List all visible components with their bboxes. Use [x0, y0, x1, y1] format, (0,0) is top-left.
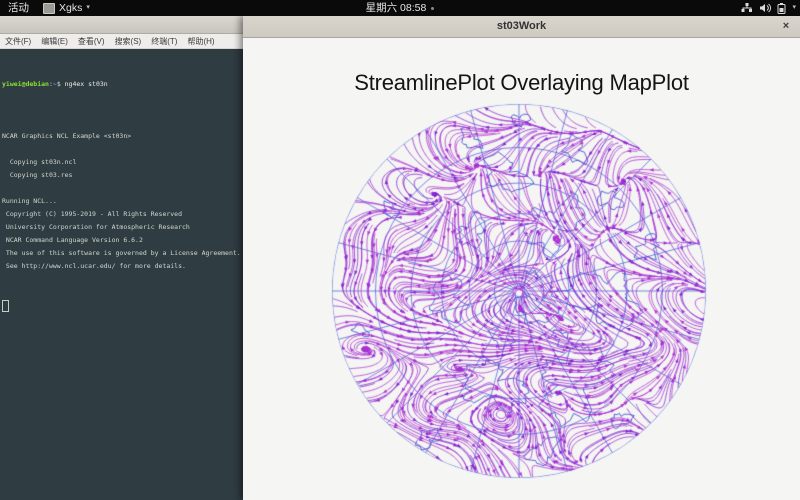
clock-button[interactable]: 星期六 08:58	[0, 0, 800, 16]
terminal-output-line: NCAR Graphics NCL Example <st03n>	[2, 132, 132, 140]
terminal-output-line: University Corporation for Atmospheric R…	[2, 223, 190, 231]
prompt-user: yiwei@debian	[2, 80, 49, 88]
window-title: st03Work	[496, 20, 547, 32]
terminal-output-line: Copyright (C) 1995-2019 - All Rights Res…	[2, 210, 183, 218]
menu-file[interactable]: 文件(F)	[0, 36, 36, 47]
terminal-window: 文件(F) 编辑(E) 查看(V) 搜索(S) 终端(T) 帮助(H) yiwe…	[0, 16, 244, 500]
plot-content: StreamlinePlot Overlaying MapPlot	[243, 38, 800, 500]
prompt-command: ng4ex st03n	[64, 80, 108, 88]
notification-dot	[431, 6, 435, 10]
menu-edit[interactable]: 编辑(E)	[36, 36, 73, 47]
menu-terminal[interactable]: 终端(T)	[146, 36, 182, 47]
map-canvas	[243, 38, 800, 500]
terminal-output-line: See http://www.ncl.ucar.edu/ for more de…	[2, 262, 186, 270]
terminal-cursor-line	[2, 299, 244, 312]
terminal-body[interactable]: yiwei@debian:~$ ng4ex st03n NCAR Graphic…	[0, 49, 244, 500]
terminal-output-line: Copying st03n.ncl	[2, 158, 77, 166]
terminal-output-line: The use of this software is governed by …	[2, 249, 241, 257]
caret-down-icon: ▾	[792, 4, 796, 11]
terminal-titlebar	[0, 16, 244, 34]
system-status-area[interactable]: ▾	[741, 0, 796, 16]
terminal-output-lines: NCAR Graphics NCL Example <st03n> Copyin…	[2, 117, 244, 273]
st03work-window: st03Work × StreamlinePlot Overlaying Map…	[243, 16, 800, 500]
menu-help[interactable]: 帮助(H)	[182, 36, 219, 47]
volume-icon	[760, 3, 772, 13]
gnome-top-bar: 活动 Xgks ▾ 星期六 08:58 ▾	[0, 0, 800, 16]
terminal-output-line: Copying st03.res	[2, 171, 73, 179]
chart-title: StreamlinePlot Overlaying MapPlot	[354, 70, 689, 95]
menu-search[interactable]: 搜索(S)	[110, 36, 147, 47]
terminal-prompt-line: yiwei@debian:~$ ng4ex st03n	[2, 78, 244, 91]
network-icon	[741, 3, 753, 12]
terminal-cursor	[2, 300, 9, 312]
menu-view[interactable]: 查看(V)	[73, 36, 110, 47]
close-button[interactable]: ×	[778, 16, 794, 37]
battery-icon	[777, 2, 786, 14]
st03work-titlebar: st03Work ×	[243, 16, 800, 38]
terminal-output-line: NCAR Command Language Version 6.6.2	[2, 236, 143, 244]
clock-label: 星期六 08:58	[365, 2, 427, 14]
terminal-output-line: Running NCL...	[2, 197, 57, 205]
prompt-dollar: $	[56, 80, 65, 88]
terminal-menubar: 文件(F) 编辑(E) 查看(V) 搜索(S) 终端(T) 帮助(H)	[0, 34, 244, 49]
